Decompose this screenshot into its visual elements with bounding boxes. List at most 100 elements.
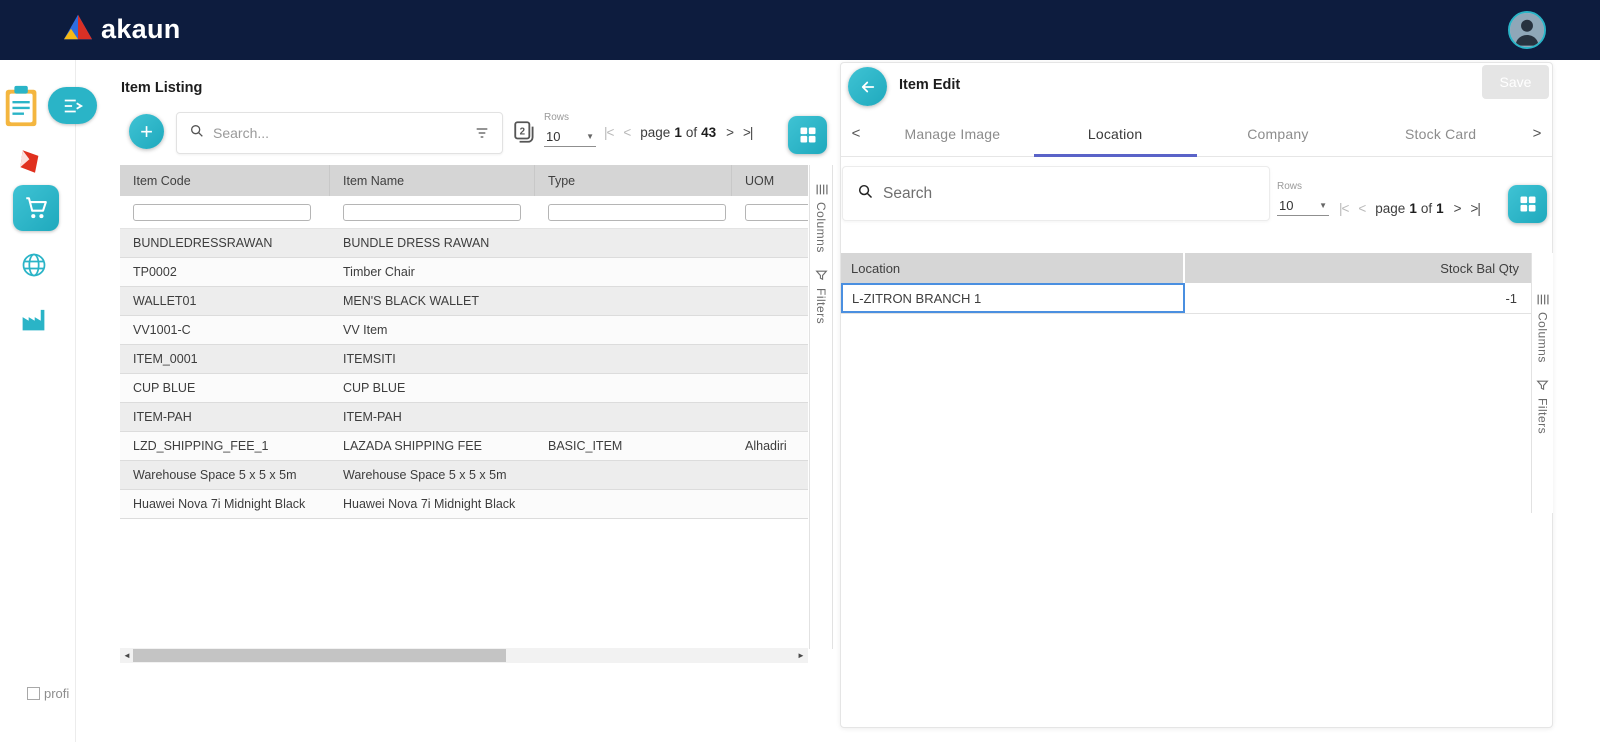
caret-down-icon: ▼ — [1319, 201, 1327, 210]
prev-page-button[interactable]: < — [623, 125, 630, 140]
cell-item-name: MEN'S BLACK WALLET — [330, 294, 535, 308]
filter-input-item-name[interactable] — [343, 204, 521, 221]
column-header-stock-bal-qty[interactable]: Stock Bal Qty — [1185, 253, 1531, 283]
table-row[interactable]: ITEM_0001 ITEMSITI — [120, 345, 808, 374]
first-page-button[interactable]: |< — [1339, 201, 1348, 216]
tabs-scroll-right[interactable]: > — [1522, 111, 1552, 156]
back-button[interactable] — [848, 67, 887, 106]
filters-icon[interactable] — [815, 269, 828, 282]
profile-label: profi — [44, 686, 69, 701]
columns-icon[interactable] — [1536, 293, 1549, 306]
last-page-button[interactable]: >| — [1471, 201, 1480, 216]
page-indicator: page 1 of 1 — [1375, 201, 1443, 216]
akaun-logo-icon — [62, 13, 94, 46]
grid-view-button[interactable] — [788, 116, 827, 154]
cell-item-name: ITEM-PAH — [330, 410, 535, 424]
grid-view-button[interactable] — [1508, 185, 1547, 223]
cell-item-code: Huawei Nova 7i Midnight Black — [120, 497, 330, 511]
rows-value: 10 — [546, 129, 560, 144]
horizontal-scrollbar[interactable]: ◄ ► — [120, 648, 808, 663]
tabs-scroll-left[interactable]: < — [841, 111, 871, 156]
column-header-item-code[interactable]: Item Code — [120, 165, 330, 196]
item-search-box[interactable] — [176, 112, 503, 154]
rows-per-page-select[interactable]: Rows 10 ▼ — [544, 112, 596, 147]
column-header-type[interactable]: Type — [535, 165, 732, 196]
columns-tool-label[interactable]: Columns — [814, 202, 828, 253]
table-row[interactable]: TP0002 Timber Chair — [120, 258, 808, 287]
table-row[interactable]: ITEM-PAH ITEM-PAH — [120, 403, 808, 432]
rows-label: Rows — [544, 112, 596, 123]
rows-per-page-select[interactable]: Rows 10 ▼ — [1277, 181, 1329, 216]
tab-location[interactable]: Location — [1034, 111, 1197, 156]
filter-input-uom[interactable] — [745, 204, 808, 221]
cell-item-name: BUNDLE DRESS RAWAN — [330, 236, 535, 250]
sidebar-expand-button[interactable] — [48, 87, 97, 124]
location-search-box[interactable] — [842, 166, 1270, 221]
pos-cart-button[interactable] — [13, 185, 59, 231]
add-item-button[interactable]: + — [129, 114, 164, 149]
column-header-item-name[interactable]: Item Name — [330, 165, 535, 196]
filter-input-type[interactable] — [548, 204, 726, 221]
tab-stock-card[interactable]: Stock Card — [1359, 111, 1522, 156]
prev-page-button[interactable]: < — [1358, 201, 1365, 216]
columns-tool-label[interactable]: Columns — [1536, 312, 1550, 363]
filters-tool-label[interactable]: Filters — [814, 288, 828, 324]
scroll-left-arrow[interactable]: ◄ — [120, 651, 134, 660]
red-app-icon[interactable] — [17, 148, 44, 180]
item-listing-pagination: |< < page 1 of 43 > >| — [604, 125, 752, 140]
location-search-input[interactable] — [883, 185, 1255, 203]
user-avatar[interactable] — [1508, 11, 1546, 49]
column-header-uom[interactable]: UOM — [732, 165, 808, 196]
table-row[interactable]: CUP BLUE CUP BLUE — [120, 374, 808, 403]
item-listing-title: Item Listing — [121, 80, 202, 96]
profile-checkbox[interactable] — [27, 687, 40, 700]
item-search-input[interactable] — [213, 125, 466, 141]
save-button[interactable]: Save — [1482, 65, 1549, 99]
table-row[interactable]: BUNDLEDRESSRAWAN BUNDLE DRESS RAWAN — [120, 229, 808, 258]
table-row[interactable]: LZD_SHIPPING_FEE_1 LAZADA SHIPPING FEE B… — [120, 432, 808, 461]
cell-item-code: VV1001-C — [120, 323, 330, 337]
filters-icon[interactable] — [1536, 379, 1549, 392]
cell-item-code: LZD_SHIPPING_FEE_1 — [120, 439, 330, 453]
table-row[interactable]: Warehouse Space 5 x 5 x 5m Warehouse Spa… — [120, 461, 808, 490]
table-row[interactable]: Huawei Nova 7i Midnight Black Huawei Nov… — [120, 490, 808, 519]
page-word: page — [1375, 201, 1405, 216]
item-edit-tools-strip: Columns Filters — [1531, 253, 1553, 513]
table-row[interactable]: VV1001-C VV Item — [120, 316, 808, 345]
scroll-right-arrow[interactable]: ► — [794, 651, 808, 660]
filters-tool-label[interactable]: Filters — [1536, 398, 1550, 434]
cell-item-name: LAZADA SHIPPING FEE — [330, 439, 535, 453]
cell-item-code: CUP BLUE — [120, 381, 330, 395]
globe-icon[interactable] — [20, 251, 48, 284]
location-table-row[interactable]: L-ZITRON BRANCH 1 -1 — [841, 283, 1531, 314]
page-indicator: page 1 of 43 — [640, 125, 716, 140]
grid-icon — [798, 125, 818, 145]
cell-location-selected[interactable]: L-ZITRON BRANCH 1 — [841, 283, 1185, 313]
cell-item-name: Warehouse Space 5 x 5 x 5m — [330, 468, 535, 482]
table-row[interactable]: WALLET01 MEN'S BLACK WALLET — [120, 287, 808, 316]
pages-icon[interactable]: 2 — [512, 119, 538, 150]
rows-label: Rows — [1277, 181, 1329, 192]
column-header-location[interactable]: Location — [841, 253, 1185, 283]
columns-icon[interactable] — [815, 183, 828, 196]
next-page-button[interactable]: > — [726, 125, 733, 140]
filter-input-item-code[interactable] — [133, 204, 311, 221]
of-word: of — [686, 125, 697, 140]
item-listing-tools-strip: Columns Filters — [809, 165, 833, 649]
last-page-button[interactable]: >| — [743, 125, 752, 140]
akaun-logo[interactable]: akaun — [62, 13, 181, 46]
search-icon — [857, 183, 874, 205]
cell-uom: Alhadiri — [732, 439, 808, 453]
page-word: page — [640, 125, 670, 140]
tab-company[interactable]: Company — [1197, 111, 1360, 156]
factory-icon[interactable] — [19, 305, 48, 339]
cell-stock-bal-qty: -1 — [1185, 283, 1531, 313]
next-page-button[interactable]: > — [1454, 201, 1461, 216]
location-table-header: Location Stock Bal Qty — [841, 253, 1531, 283]
module-clipboard-icon[interactable] — [0, 84, 46, 135]
tab-manage-image[interactable]: Manage Image — [871, 111, 1034, 156]
scrollbar-thumb[interactable] — [133, 649, 506, 662]
location-table: Location Stock Bal Qty L-ZITRON BRANCH 1… — [841, 253, 1531, 314]
filter-icon[interactable] — [474, 125, 490, 141]
first-page-button[interactable]: |< — [604, 125, 613, 140]
